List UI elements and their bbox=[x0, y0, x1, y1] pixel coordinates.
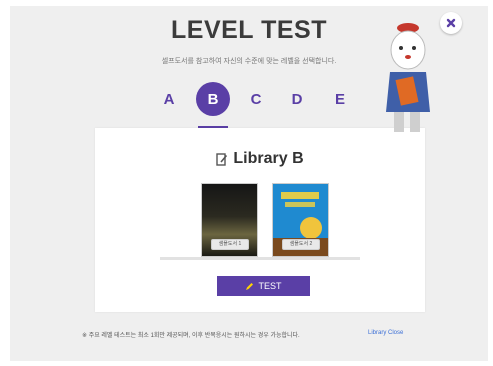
footer-note: ※ 주요 레벨 테스트는 최소 1회만 제공되며, 이후 반복응시는 원하시는 … bbox=[82, 333, 300, 339]
book-cover-1[interactable]: 샘플도서 1 bbox=[201, 183, 258, 257]
tab-level-b[interactable]: B bbox=[196, 82, 230, 116]
tab-level-d[interactable]: D bbox=[280, 82, 314, 116]
book-tag-2: 샘플도서 2 bbox=[282, 239, 320, 250]
test-button-label: TEST bbox=[258, 281, 282, 291]
tab-level-c[interactable]: C bbox=[239, 82, 273, 116]
book-cover-2[interactable]: 샘플도서 2 bbox=[272, 183, 329, 257]
tab-level-e[interactable]: E bbox=[323, 82, 357, 116]
close-button[interactable] bbox=[440, 12, 462, 34]
book-shelf bbox=[160, 257, 360, 260]
library-card: Library B 샘플도서 1 샘플도서 2 TEST bbox=[95, 128, 425, 312]
tab-level-a[interactable]: A bbox=[152, 82, 186, 116]
mascot-illustration bbox=[386, 23, 430, 132]
book-pen-icon bbox=[216, 152, 228, 166]
library-title: Library B bbox=[95, 150, 425, 168]
close-x-icon bbox=[446, 18, 456, 28]
pencil-icon bbox=[246, 282, 254, 290]
book-tag-1: 샘플도서 1 bbox=[211, 239, 249, 250]
footer-link[interactable]: Library Close bbox=[368, 330, 403, 336]
test-button[interactable]: TEST bbox=[217, 276, 310, 296]
library-title-text: Library B bbox=[233, 150, 304, 167]
level-test-panel: LEVEL TEST 셀프도서를 참고하여 자신의 수준에 맞는 레벨을 선택합… bbox=[10, 6, 488, 361]
